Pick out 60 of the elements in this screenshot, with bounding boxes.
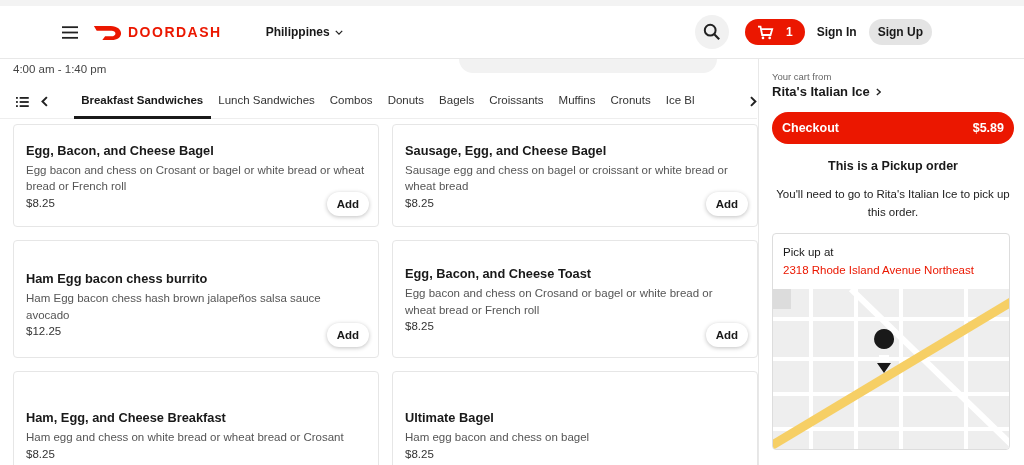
item-price: $8.25 [26,447,55,460]
menu-item-card[interactable]: Ham, Egg, and Cheese Breakfast Ham egg and chess on white bread or wheat bread or Crosant $8.25 [13,371,379,465]
chevron-right-icon [875,87,881,96]
list-icon[interactable] [16,96,29,107]
category-tab[interactable]: Breakfast Sandwiches [73,84,211,119]
menu-item-card[interactable]: Ultimate Bagel Ham egg bacon and chess on bagel $8.25 [392,371,758,465]
sign-in-button[interactable]: Sign In [814,19,859,45]
category-tab[interactable]: Croissants [481,84,552,119]
item-price: $12.25 [26,325,62,337]
country-dropdown[interactable]: Philippines [265,25,343,39]
logo-icon [92,23,122,41]
checkout-button[interactable]: Checkout $5.89 [772,112,1014,144]
item-price: $8.25 [26,196,55,209]
item-description: Sausage egg and chess on bagel or croissant or white bread or wheat bread [405,162,729,194]
chevron-down-icon [334,29,343,35]
chevron-left-icon[interactable] [40,96,48,107]
category-tab[interactable]: Ice Bl [658,84,702,119]
category-tab[interactable]: Combos [322,84,381,119]
item-description: Egg bacon and chess on Crosant or bagel or white bread or wheat bread or French roll [26,162,366,194]
item-price: $8.25 [405,447,434,460]
item-name: Sausage, Egg, and Cheese Bagel [405,142,608,158]
store-hours: 4:00 am - 1:40 pm [13,63,107,75]
category-tab[interactable]: Muffins [551,84,603,119]
item-price: $8.25 [405,196,434,209]
item-description: Ham egg bacon and chess on bagel [405,430,591,446]
pickup-address-text: Pick up at 2318 Rhode Island Avenue Northeast [773,234,1009,289]
logo-text[interactable]: DOORDASH [128,24,222,40]
item-price: $8.25 [405,320,434,332]
search-button[interactable] [695,15,729,49]
pickup-title: This is a Pickup order [827,159,959,173]
category-tab[interactable]: Cronuts [602,84,659,119]
menu-icon[interactable] [62,25,78,39]
item-description: Ham Egg bacon chess hash brown jalapeños salsa sauce avocado [26,291,322,323]
item-name: Egg, Bacon, and Cheese Toast [405,266,593,281]
item-description: Ham egg and chess on white bread or wheat bread or Crosant [26,430,345,446]
item-name: Ultimate Bagel [405,410,495,426]
add-button[interactable]: Add [326,323,369,347]
menu-item-card[interactable]: Egg, Bacon, and Cheese Bagel Egg bacon and chess on Crosant or bagel or white bread or wheat bread or French roll $8.25 Add [13,124,379,227]
add-button[interactable]: Add [705,192,748,216]
sign-up-button[interactable]: Sign Up [868,19,932,45]
chevron-right-icon[interactable] [750,96,757,107]
add-button[interactable]: Add [705,323,748,347]
item-name: Ham Egg bacon chess burrito [26,271,209,286]
menu-item-card[interactable]: Egg, Bacon, and Cheese Toast Egg bacon and chess on Crosand or bagel or white bread or wheat bread or French roll $8.25 Add [392,240,758,358]
cart-from-label: Your cart from [772,71,832,82]
menu-item-card[interactable]: Sausage, Egg, and Cheese Bagel Sausage egg and chess on bagel or croissant or white bread or wheat bread $8.25 Add [392,124,758,227]
address-link[interactable]: 2318 Rhode Island Avenue Northeast [783,261,974,279]
store-link[interactable]: Rita's Italian Ice [772,84,881,99]
add-button[interactable]: Add [326,192,369,216]
item-name: Egg, Bacon, and Cheese Bagel [26,142,215,158]
menu-item-card[interactable]: Ham Egg bacon chess burrito Ham Egg bacon chess hash brown jalapeños salsa sauce avocado $12.25 Add [13,240,379,358]
category-tab[interactable]: Donuts [380,84,432,119]
item-description: Egg bacon and chess on Crosand or bagel or white bread or wheat bread or French roll [405,286,714,318]
category-tab[interactable]: Bagels [431,84,482,119]
search-icon [703,23,721,41]
item-name: Ham, Egg, and Cheese Breakfast [26,410,227,426]
pickup-note: You'll need to go to Rita's Italian Ice to pick up this order. [775,187,1011,220]
category-tab[interactable]: Lunch Sandwiches [210,84,323,119]
cart-icon [757,24,774,40]
cart-button[interactable]: 1 [745,19,805,45]
